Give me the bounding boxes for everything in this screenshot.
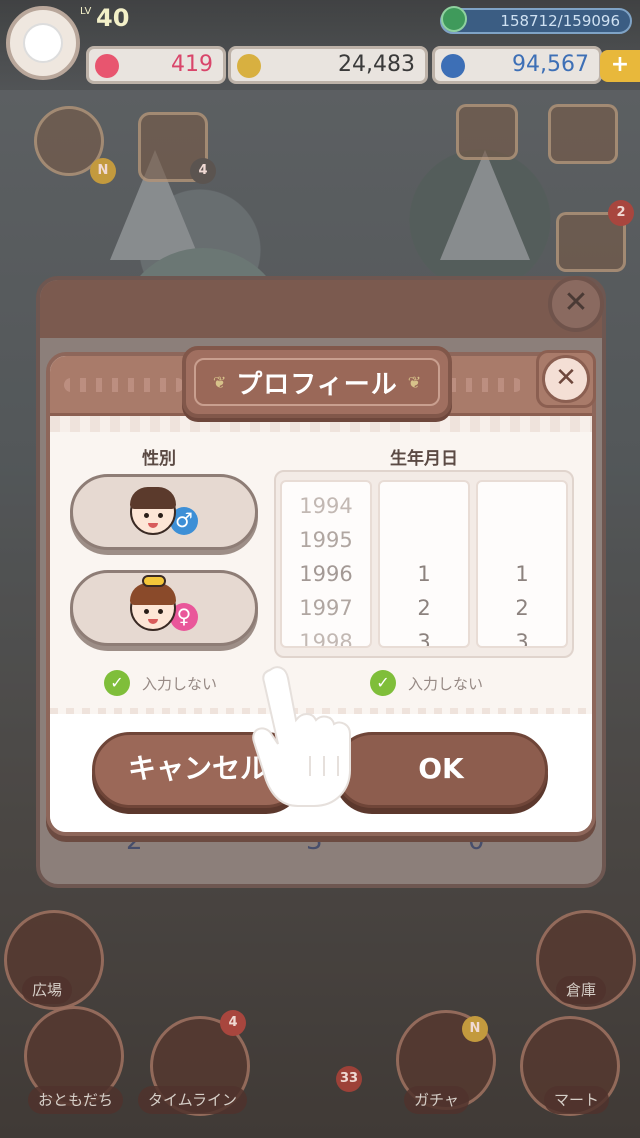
gacha-new-badge: N [462, 1016, 488, 1042]
nav-mart[interactable]: マート [544, 1086, 610, 1114]
skip-gender-toggle[interactable]: ✓ 入力しない [104, 670, 217, 696]
hearts-value: 419 [171, 52, 213, 77]
coin-icon [237, 54, 261, 78]
calendar-badge: 4 [190, 158, 216, 184]
month-option[interactable]: 3 [380, 626, 468, 646]
bottom-navigation: 広場 倉庫 おともだち タイムライン 4 33 ガチャ N マート [0, 900, 640, 1138]
storage-box-icon[interactable] [548, 104, 618, 164]
close-icon: ✕ [542, 355, 590, 403]
year-option[interactable]: 1997 [282, 592, 370, 625]
nav-warehouse[interactable]: 倉庫 [556, 976, 607, 1004]
dialog-title: プロフィール [236, 369, 398, 400]
male-boy-icon [130, 487, 176, 535]
day-option[interactable]: 1 [478, 558, 566, 591]
background-close-button[interactable]: ✕ [548, 276, 604, 332]
sprig-icon: ❦ [407, 372, 422, 392]
hearts-counter[interactable]: 419 [86, 46, 226, 84]
player-avatar[interactable] [6, 6, 80, 80]
gender-label: 性別 [142, 449, 176, 469]
title-plate-inner: ❦ プロフィール ❦ [194, 358, 440, 406]
timeline-badge: 4 [220, 1010, 246, 1036]
day-option[interactable]: 2 [478, 592, 566, 625]
skip-gender-label: 入力しない [142, 674, 218, 693]
close-button[interactable]: ✕ [536, 350, 596, 408]
header-pattern [50, 416, 592, 432]
nav-friends[interactable]: おともだち [28, 1086, 124, 1114]
year-option[interactable]: 1994 [282, 490, 370, 523]
leaf-icon [441, 6, 467, 32]
day-option[interactable]: 3 [478, 626, 566, 646]
coins-counter[interactable]: 24,483 [228, 46, 428, 84]
gems-counter[interactable]: 94,567 [432, 46, 602, 84]
player-level: 40 [96, 4, 130, 32]
month-option[interactable]: 2 [380, 592, 468, 625]
month-option[interactable]: 1 [380, 558, 468, 591]
skip-birthday-toggle[interactable]: ✓ 入力しない [370, 670, 483, 696]
skip-birthday-label: 入力しない [408, 674, 484, 693]
buy-gems-button[interactable]: + [600, 50, 640, 82]
ok-button[interactable]: OK [334, 732, 548, 808]
check-icon: ✓ [104, 670, 130, 696]
background-dialog-header [40, 280, 602, 338]
top-hud: LV 40 158712/159096 419 24,483 94,567 + [0, 0, 640, 90]
female-girl-icon [130, 575, 176, 631]
year-wheel[interactable]: 1994 1995 1996 1997 1998 [280, 480, 372, 648]
nav-gacha[interactable]: ガチャ [404, 1086, 469, 1114]
nav-timeline[interactable]: タイムライン [138, 1086, 247, 1114]
day-wheel[interactable]: 1 2 3 [476, 480, 568, 648]
coins-value: 24,483 [338, 52, 415, 77]
male-button[interactable]: ♂ [70, 474, 258, 550]
avatar-face-icon [23, 23, 63, 63]
year-option[interactable]: 1996 [282, 558, 370, 591]
build-box-icon[interactable] [456, 104, 518, 160]
year-option[interactable]: 1995 [282, 524, 370, 557]
nav-plaza[interactable]: 広場 [22, 976, 73, 1004]
year-option[interactable]: 1998 [282, 626, 370, 646]
birthday-label: 生年月日 [390, 449, 458, 469]
exp-counter: 158712/159096 [440, 8, 632, 34]
sprig-icon: ❦ [212, 372, 227, 392]
check-icon: ✓ [370, 670, 396, 696]
gems-value: 94,567 [512, 52, 589, 77]
dialog-title-plate: ❦ プロフィール ❦ [182, 346, 452, 418]
gem-icon [441, 54, 465, 78]
birthday-picker: 1994 1995 1996 1997 1998 1 2 3 1 2 3 [274, 470, 574, 658]
level-prefix: LV [80, 6, 92, 17]
mail-badge: 2 [608, 200, 634, 226]
female-button[interactable]: ♀ [70, 570, 258, 646]
tutorial-hand-icon [252, 666, 351, 807]
new-badge: N [90, 158, 116, 184]
snowy-tree-icon [440, 150, 530, 260]
center-badge: 33 [336, 1066, 362, 1092]
month-wheel[interactable]: 1 2 3 [378, 480, 470, 648]
heart-icon [95, 54, 119, 78]
